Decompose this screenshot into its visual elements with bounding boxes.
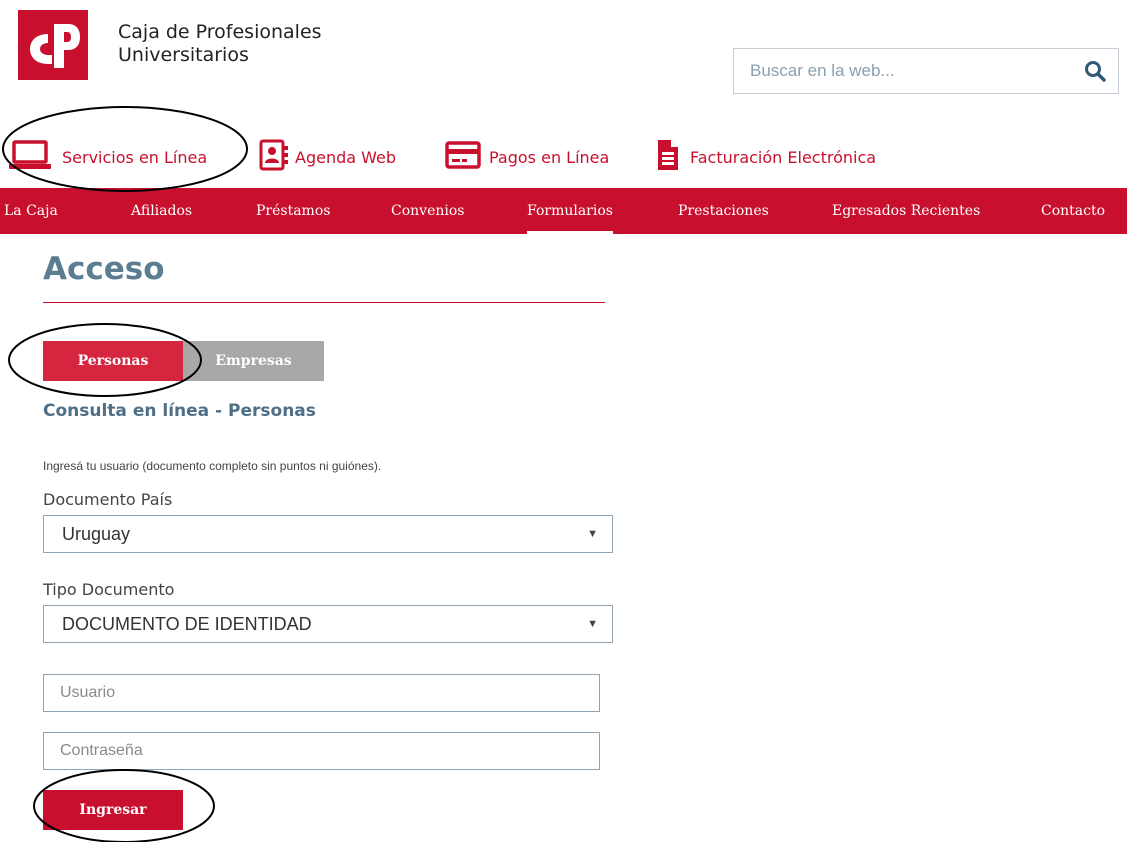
- service-label: Servicios en Línea: [62, 147, 208, 167]
- search-input[interactable]: [734, 49, 1072, 93]
- doctype-select[interactable]: DOCUMENTO DE IDENTIDAD ▼: [43, 605, 613, 643]
- doctype-label: Tipo Documento: [43, 580, 175, 599]
- dropdown-arrow-icon: ▼: [587, 528, 598, 540]
- section-subtitle: Consulta en línea - Personas: [43, 401, 316, 421]
- nav-item-la-caja[interactable]: La Caja: [4, 188, 58, 234]
- service-label: Pagos en Línea: [489, 147, 610, 167]
- search-icon[interactable]: [1072, 49, 1118, 93]
- password-input[interactable]: [43, 732, 600, 770]
- login-button[interactable]: Ingresar: [43, 790, 183, 830]
- service-pagos-en-linea[interactable]: Pagos en Línea: [445, 139, 609, 175]
- nav-item-convenios[interactable]: Convenios: [391, 188, 464, 234]
- annotation-overlay: [2, 106, 248, 842]
- nav-item-afiliados[interactable]: Afiliados: [131, 188, 192, 234]
- brand-name: Caja de Profesionales Universitarios: [118, 21, 322, 67]
- nav-item-prestamos[interactable]: Préstamos: [256, 188, 330, 234]
- service-facturacion-electronica[interactable]: Facturación Electrónica: [656, 139, 876, 175]
- service-agenda-web[interactable]: Agenda Web: [259, 139, 396, 175]
- service-servicios-en-linea[interactable]: Servicios en Línea: [8, 139, 207, 175]
- service-label: Facturación Electrónica: [690, 147, 877, 167]
- credit-card-icon: [445, 140, 481, 175]
- nav-item-contacto[interactable]: Contacto: [1041, 188, 1105, 234]
- service-label: Agenda Web: [295, 147, 397, 167]
- laptop-icon: [8, 139, 52, 176]
- country-selected-value: Uruguay: [62, 523, 131, 544]
- page-title: Acceso: [43, 251, 165, 287]
- country-select[interactable]: Uruguay ▼: [43, 515, 613, 553]
- brand-name-line2: Universitarios: [118, 44, 249, 66]
- title-divider: [43, 302, 605, 303]
- brand-name-line1: Caja de Profesionales: [118, 21, 322, 43]
- country-label: Documento País: [43, 490, 173, 509]
- dropdown-arrow-icon: ▼: [587, 618, 598, 630]
- tab-personas[interactable]: Personas: [43, 341, 183, 381]
- search-box: [733, 48, 1119, 94]
- tab-empresas[interactable]: Empresas: [183, 341, 324, 381]
- main-nav: La Caja Afiliados Préstamos Convenios Fo…: [0, 188, 1127, 234]
- contact-book-icon: [259, 139, 289, 176]
- nav-item-formularios[interactable]: Formularios: [527, 188, 613, 234]
- invoice-document-icon: [656, 138, 680, 177]
- nav-item-prestaciones[interactable]: Prestaciones: [678, 188, 769, 234]
- brand-logo[interactable]: [18, 10, 88, 80]
- logo-mark: [18, 10, 88, 80]
- login-hint: Ingresá tu usuario (documento completo s…: [43, 459, 382, 473]
- username-input[interactable]: [43, 674, 600, 712]
- nav-item-egresados-recientes[interactable]: Egresados Recientes: [832, 188, 980, 234]
- doctype-selected-value: DOCUMENTO DE IDENTIDAD: [62, 613, 312, 634]
